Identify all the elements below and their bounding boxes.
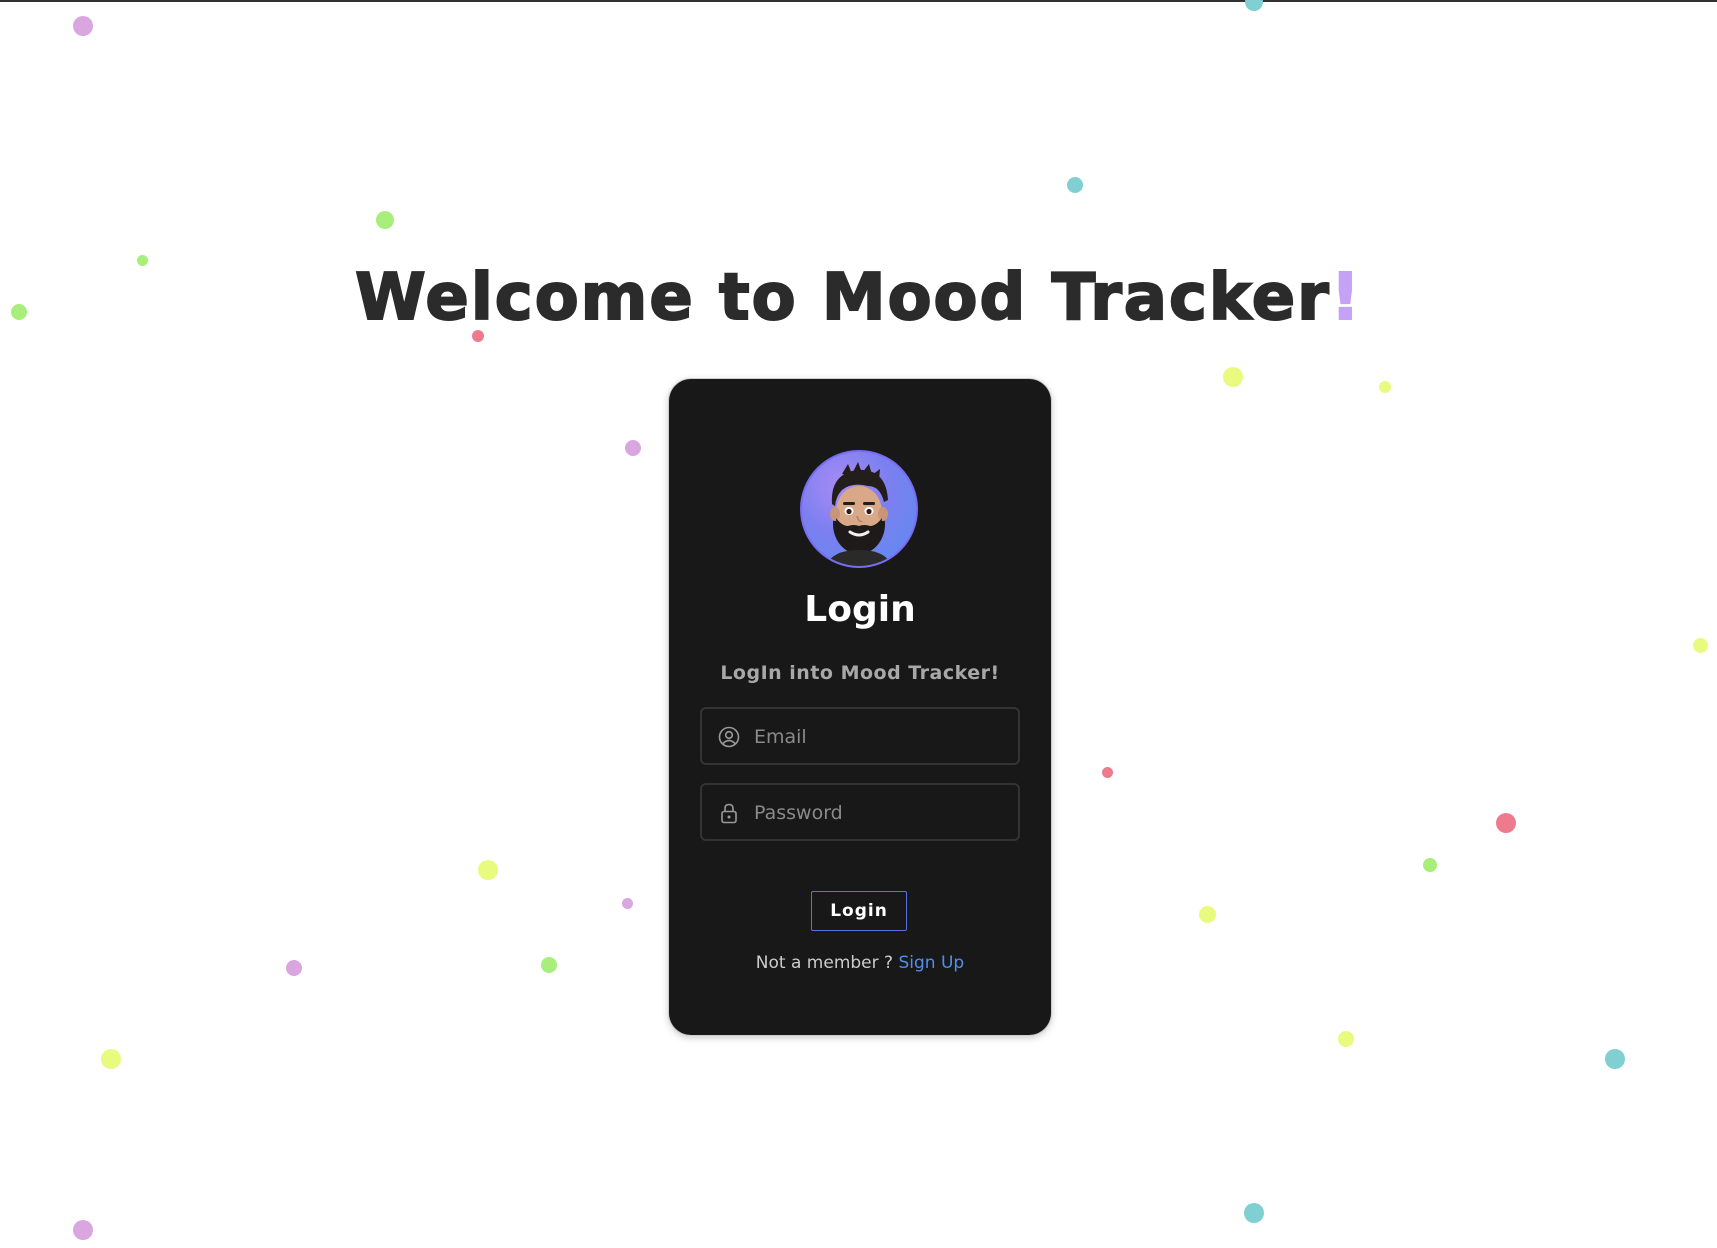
user-circle-icon (718, 726, 740, 748)
confetti-dot (1379, 381, 1391, 393)
confetti-dot (622, 898, 633, 909)
password-field[interactable] (700, 783, 1020, 841)
avatar-illustration (826, 462, 892, 566)
confetti-dot (376, 211, 394, 229)
avatar-memoji-icon (800, 450, 918, 568)
confetti-dot (73, 16, 93, 36)
confetti-dot (478, 860, 498, 880)
confetti-dot (1496, 813, 1516, 833)
confetti-dot (1605, 1049, 1625, 1069)
login-title: Login (804, 589, 916, 630)
signup-prompt-line: Not a member ? Sign Up (669, 953, 1051, 973)
confetti-dot (1245, 0, 1263, 11)
confetti-dot (101, 1049, 121, 1069)
lock-icon (721, 803, 737, 824)
confetti-dot (1067, 177, 1083, 193)
password-input[interactable] (752, 785, 1011, 841)
email-input[interactable] (752, 709, 1011, 765)
headline-text: Welcome to Mood Tracker (354, 260, 1331, 336)
confetti-dot (1223, 367, 1243, 387)
confetti-dot (1338, 1031, 1354, 1047)
email-field[interactable] (700, 707, 1020, 765)
headline-exclamation: ! (1330, 260, 1362, 336)
login-button[interactable]: Login (811, 891, 907, 931)
confetti-dot (541, 957, 557, 973)
page-root: Welcome to Mood Tracker! Login LogIn int… (0, 0, 1717, 1248)
top-divider (0, 0, 1717, 2)
welcome-headline: Welcome to Mood Tracker! (0, 258, 1717, 338)
confetti-dot (625, 440, 641, 456)
signup-link[interactable]: Sign Up (898, 953, 964, 973)
confetti-dot (1102, 767, 1113, 778)
confetti-dot (73, 1220, 93, 1240)
login-subtitle: LogIn into Mood Tracker! (720, 662, 1000, 684)
confetti-dot (1199, 906, 1216, 923)
confetti-dot (1693, 638, 1708, 653)
confetti-dot (286, 960, 302, 976)
login-card: Login LogIn into Mood Tracker! Login Not… (669, 379, 1051, 1035)
confetti-dot (1423, 858, 1437, 872)
confetti-dot (1244, 1203, 1264, 1223)
signup-prompt-text: Not a member ? (755, 953, 899, 973)
